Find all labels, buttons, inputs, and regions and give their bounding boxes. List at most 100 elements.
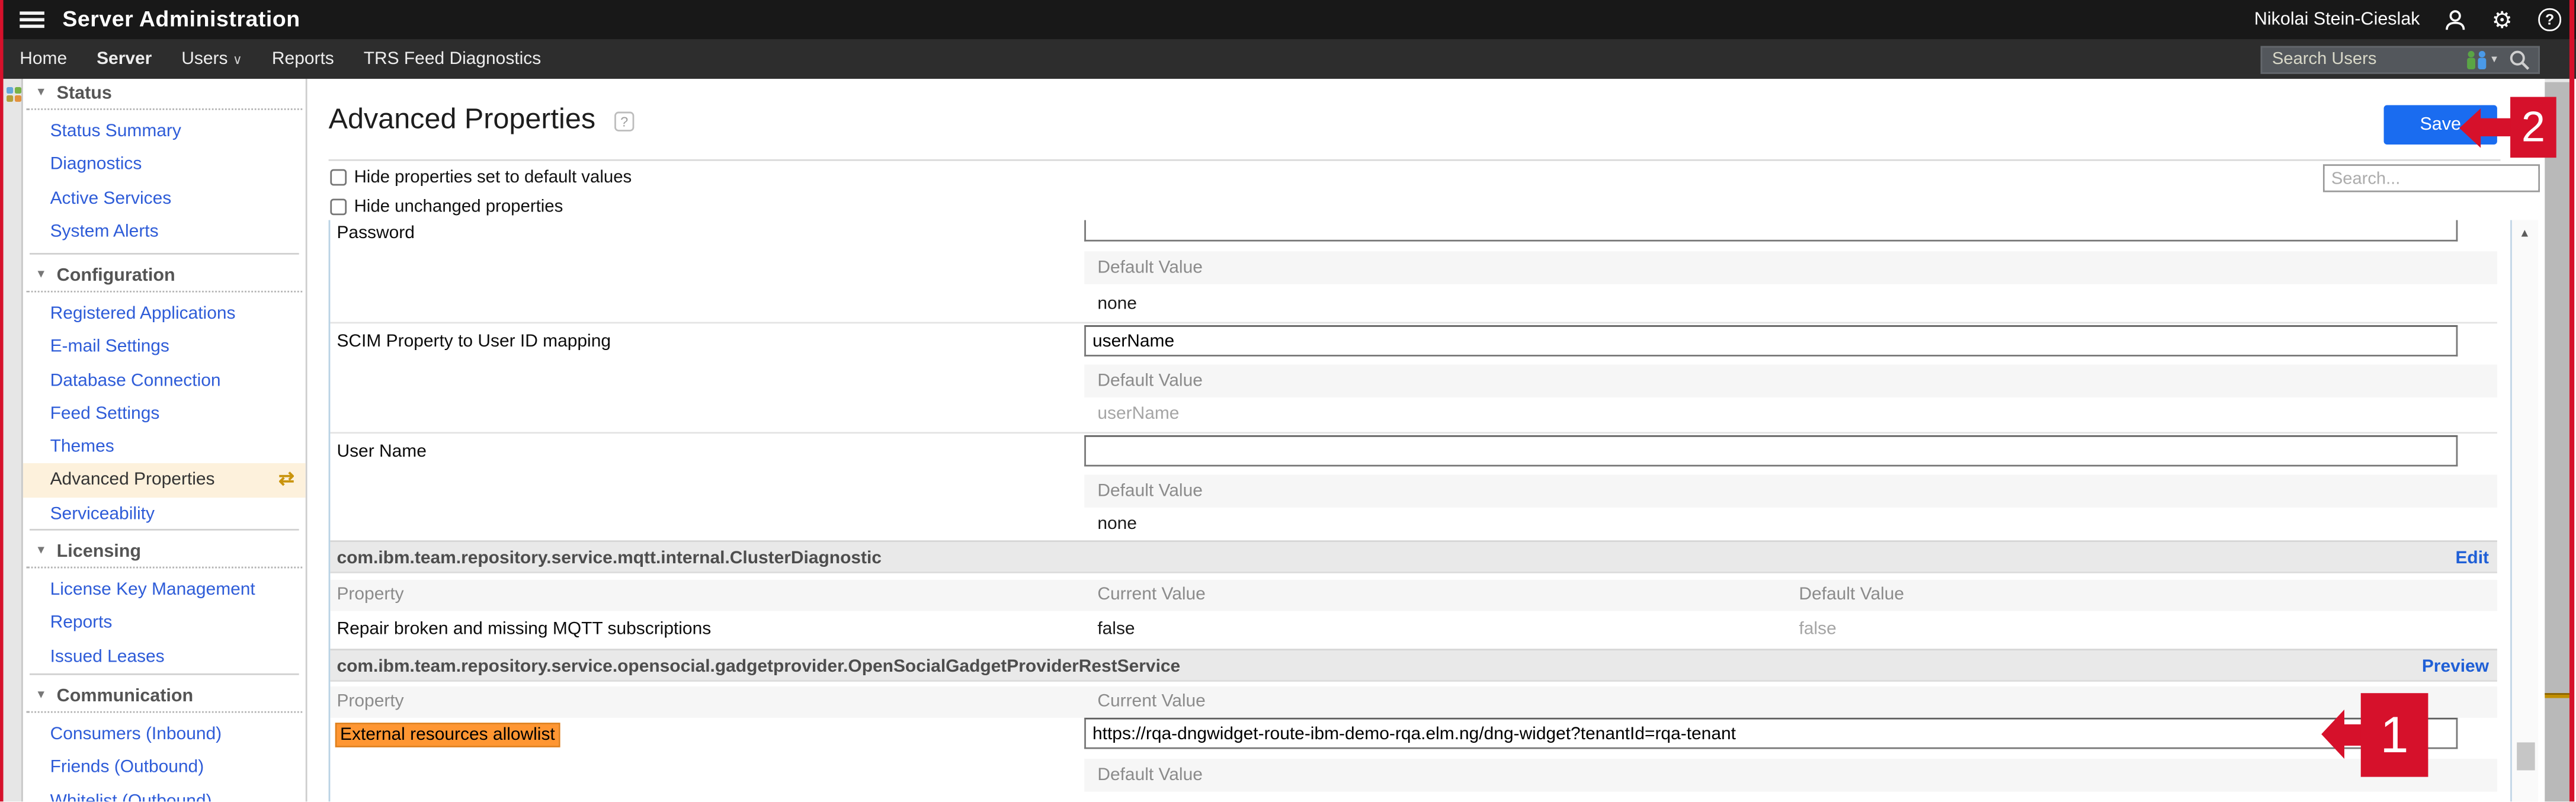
user-name-value-input[interactable] (1084, 435, 2458, 467)
sidebar-section-configuration-header[interactable]: ▼ Configuration (25, 264, 303, 293)
search-icon[interactable] (2508, 49, 2530, 70)
password-value-input[interactable] (1084, 220, 2458, 242)
find-result-marker (2543, 693, 2569, 698)
section-divider (28, 673, 300, 675)
column-header-row: Property Current Value Default Value (330, 579, 2497, 611)
gear-icon[interactable]: ⚙ (2489, 7, 2515, 33)
find-highlight: External resources allowlist (335, 721, 560, 747)
col-property: Property (337, 585, 404, 605)
sidebar-item-whitelist-outbound[interactable]: Whitelist (Outbound) (22, 784, 306, 802)
collapse-triangle-icon: ▼ (35, 545, 47, 557)
app-title: Server Administration (62, 7, 300, 31)
preview-link[interactable]: Preview (2422, 656, 2489, 676)
sidebar-item-reports[interactable]: Reports (22, 607, 306, 640)
default-value-label: Default Value (1097, 371, 1203, 391)
nav-bar: Home Server Users ∨ Reports TRS Feed Diag… (0, 39, 2576, 79)
col-default-value: Default Value (1799, 585, 1904, 605)
help-icon[interactable]: ? (2536, 7, 2562, 33)
annotation-badge-2: 2 (2510, 97, 2556, 157)
nav-item-server[interactable]: Server (97, 49, 152, 69)
sidebar-section-licensing-header[interactable]: ▼ Licensing (25, 540, 303, 569)
title-divider (328, 158, 2501, 161)
section-title: Status (56, 84, 112, 104)
sync-arrows-icon: ⇄ (278, 470, 294, 490)
sidebar-item-themes[interactable]: Themes (22, 431, 306, 464)
section-title: Configuration (56, 266, 175, 286)
sidebar-item-serviceability[interactable]: Serviceability (22, 498, 306, 531)
sidebar-item-friends-outbound[interactable]: Friends (Outbound) (22, 751, 306, 784)
collapse-triangle-icon: ▼ (35, 269, 47, 281)
col-property: Property (337, 691, 404, 711)
filter-search-input[interactable] (2324, 168, 2539, 188)
search-users-box: ▾ (2260, 45, 2540, 73)
dashboard-grid-icon[interactable] (5, 86, 21, 102)
scroll-up-arrow-icon[interactable]: ▲ (2512, 228, 2537, 239)
property-name: Password (337, 223, 415, 243)
property-name: SCIM Property to User ID mapping (337, 332, 611, 352)
sidebar-item-active-services[interactable]: Active Services (22, 182, 306, 215)
properties-scrollbar[interactable]: ▲ (2510, 220, 2537, 802)
collapse-gutter[interactable] (3, 79, 23, 802)
row-divider (330, 322, 2497, 324)
hide-default-properties-checkbox[interactable] (330, 169, 346, 185)
sidebar-item-registered-applications[interactable]: Registered Applications (22, 297, 306, 331)
collapse-triangle-icon: ▼ (35, 86, 47, 99)
sidebar-section-licensing: ▼ Licensing License Key Management Repor… (22, 528, 306, 673)
default-value-label: Default Value (1097, 765, 1203, 785)
section-class-name: com.ibm.team.repository.service.opensoci… (337, 656, 1181, 676)
properties-scrollbar-thumb[interactable] (2516, 742, 2535, 771)
sidebar-section-communication-header[interactable]: ▼ Communication (25, 685, 303, 713)
annotation-frame-left (0, 0, 4, 802)
property-name: Repair broken and missing MQTT subscript… (337, 619, 712, 639)
default-value-band (1084, 759, 2497, 792)
annotation-frame-right (2568, 0, 2574, 802)
nav-item-reports[interactable]: Reports (272, 49, 334, 69)
default-value: none (1097, 514, 1137, 534)
edit-link[interactable]: Edit (2455, 548, 2489, 567)
sidebar-item-license-key-management[interactable]: License Key Management (22, 573, 306, 607)
sidebar-item-system-alerts[interactable]: System Alerts (22, 215, 306, 248)
col-current-value: Current Value (1097, 691, 1206, 711)
property-section-header: com.ibm.team.repository.service.opensoci… (330, 649, 2497, 682)
sidebar-section-status-header[interactable]: ▼ Status (25, 82, 303, 110)
hide-default-properties-label: Hide properties set to default values (354, 167, 632, 188)
hamburger-menu-icon[interactable] (20, 11, 44, 29)
sidebar-item-consumers-inbound[interactable]: Consumers (Inbound) (22, 718, 306, 751)
default-value-label: Default Value (1097, 481, 1203, 501)
nav-item-users[interactable]: Users ∨ (181, 49, 242, 69)
user-icon[interactable] (2442, 7, 2468, 33)
default-value: userName (1097, 404, 1180, 424)
default-value-band (1084, 364, 2497, 398)
nav-item-users-label: Users (181, 49, 228, 69)
nav-item-trs-feed-diagnostics[interactable]: TRS Feed Diagnostics (364, 49, 542, 69)
sidebar-item-status-summary[interactable]: Status Summary (22, 115, 306, 148)
column-header-row: Property Current Value (330, 686, 2497, 718)
user-name[interactable]: Nikolai Stein-Cieslak (2254, 10, 2420, 30)
scim-mapping-input[interactable] (1084, 325, 2458, 357)
default-value-band (1084, 251, 2497, 284)
user-type-filter-icon[interactable] (2465, 49, 2490, 70)
hide-unchanged-properties-checkbox[interactable] (330, 199, 346, 215)
nav-item-home[interactable]: Home (20, 49, 67, 69)
sidebar-section-configuration: ▼ Configuration Registered Applications … (22, 253, 306, 531)
filter-caret-icon[interactable]: ▾ (2491, 53, 2497, 66)
sidebar-item-label: Advanced Properties (50, 470, 215, 490)
sidebar-item-issued-leases[interactable]: Issued Leases (22, 640, 306, 673)
filter-search-box (2322, 164, 2540, 193)
search-users-input[interactable] (2262, 49, 2465, 69)
sidebar-item-feed-settings[interactable]: Feed Settings (22, 397, 306, 431)
row-divider (330, 432, 2497, 434)
page-title: Advanced Properties (328, 101, 596, 135)
main-content: Advanced Properties ? Save Hide properti… (309, 79, 2576, 802)
default-value: false (1799, 619, 1837, 639)
sidebar-item-database-connection[interactable]: Database Connection (22, 364, 306, 397)
page-help-icon[interactable]: ? (614, 111, 635, 131)
sidebar-item-email-settings[interactable]: E-mail Settings (22, 331, 306, 364)
sidebar-item-diagnostics[interactable]: Diagnostics (22, 148, 306, 181)
default-value-band (1084, 474, 2497, 508)
sidebar-item-advanced-properties-selected[interactable]: Advanced Properties ⇄ (22, 464, 306, 498)
section-class-name: com.ibm.team.repository.service.mqtt.int… (337, 547, 882, 568)
sidebar-section-status: ▼ Status Status Summary Diagnostics Acti… (22, 82, 306, 249)
external-resources-allowlist-input[interactable] (1084, 717, 2458, 749)
sidebar: ▼ Status Status Summary Diagnostics Acti… (22, 79, 308, 802)
